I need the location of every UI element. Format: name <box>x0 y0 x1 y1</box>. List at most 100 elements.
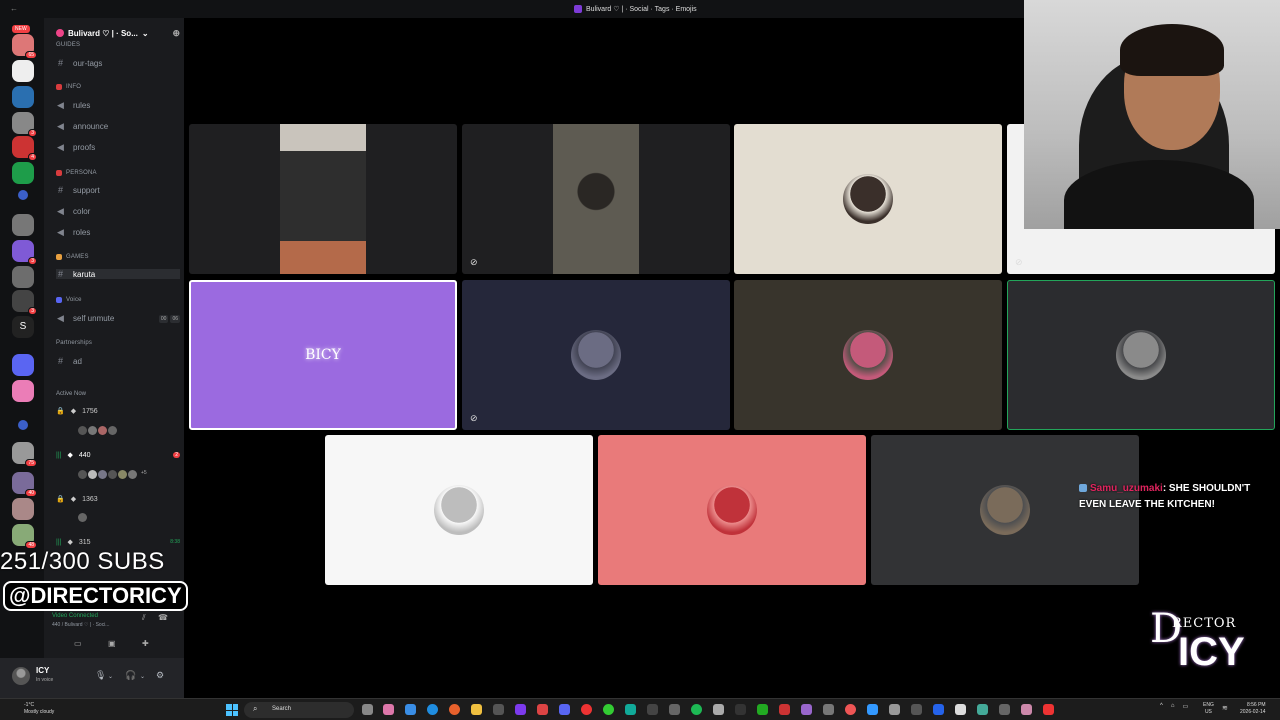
server-icon-11[interactable] <box>12 354 34 376</box>
app-icon[interactable] <box>713 704 724 715</box>
task-view-icon[interactable] <box>362 704 373 715</box>
video-tile-6[interactable]: ⊘ <box>462 280 730 430</box>
category-voice[interactable]: Voice <box>56 297 82 303</box>
clock[interactable]: 8:56 PM 2026-02-14 <box>1240 702 1266 716</box>
server-icon-3[interactable] <box>12 86 34 108</box>
active-channel-440[interactable]: ||| ◆ 440 2 <box>56 451 180 459</box>
server-header[interactable]: Bulivard ♡ | · So... ⌄ ⊕ <box>56 26 180 40</box>
category-guides[interactable]: GUIDES <box>56 42 80 48</box>
network-icon[interactable]: ⌂ <box>1171 703 1175 710</box>
headphones-icon[interactable]: 🎧 <box>125 670 136 681</box>
server-icon-15[interactable] <box>12 498 34 520</box>
video-tile-1[interactable] <box>189 124 457 274</box>
server-icon-7[interactable] <box>12 214 34 236</box>
video-tile-8[interactable] <box>1007 280 1275 430</box>
windows-start-icon[interactable] <box>226 704 238 716</box>
channel-self-unmute[interactable]: ◀ self unmute 00 06 <box>56 313 180 324</box>
edge-icon[interactable] <box>427 704 438 715</box>
app-icon[interactable] <box>823 704 834 715</box>
channel-roles[interactable]: ◀ roles <box>56 227 180 238</box>
app-icon[interactable] <box>647 704 658 715</box>
channel-announce[interactable]: ◀ announce <box>56 121 180 132</box>
app-icon[interactable] <box>1043 704 1054 715</box>
app-icon[interactable] <box>405 704 416 715</box>
channel-support[interactable]: # support <box>56 185 180 195</box>
category-partnerships[interactable]: Partnerships <box>56 340 92 346</box>
channel-proofs[interactable]: ◀ proofs <box>56 142 180 153</box>
firefox-icon[interactable] <box>449 704 460 715</box>
screen-share-icon[interactable]: ▣ <box>108 639 116 648</box>
app-icon[interactable] <box>383 704 394 715</box>
video-tile-10[interactable] <box>598 435 866 585</box>
activity-icon[interactable]: ✚ <box>142 639 149 648</box>
channel-karuta[interactable]: # karuta <box>56 269 180 279</box>
active-channel-315[interactable]: ||| ◆ 315 8:38 <box>56 538 180 547</box>
video-tile-7[interactable] <box>734 280 1002 430</box>
noise-suppression-icon[interactable]: ⫽ <box>142 613 146 623</box>
server-icon-12[interactable] <box>12 380 34 402</box>
active-channel-1363[interactable]: 🔒 ◆ 1363 <box>56 495 180 504</box>
app-icon[interactable] <box>955 704 966 715</box>
app-icon[interactable] <box>537 704 548 715</box>
chevron-down-icon[interactable]: ⌄ <box>140 673 145 680</box>
chrome-icon[interactable] <box>603 704 614 715</box>
chevron-up-icon[interactable]: ^ <box>1160 703 1163 710</box>
app-icon[interactable] <box>889 704 900 715</box>
wifi-icon[interactable]: ≋ <box>1222 704 1228 712</box>
app-icon[interactable] <box>911 704 922 715</box>
disconnect-icon[interactable]: ☎ <box>158 613 168 622</box>
battery-icon[interactable]: ▭ <box>1182 703 1188 710</box>
server-icon-5[interactable]: 4 <box>12 136 37 161</box>
category-info[interactable]: INFO <box>56 84 81 90</box>
channel-color[interactable]: ◀ color <box>56 206 180 217</box>
video-tile-5[interactable]: BICY <box>189 280 457 430</box>
channel-rules[interactable]: ◀ rules <box>56 100 180 111</box>
video-tile-9[interactable] <box>325 435 593 585</box>
gear-icon[interactable]: ⚙ <box>156 670 164 681</box>
file-explorer-icon[interactable] <box>471 704 482 715</box>
voice-channel-link[interactable]: 440 / Bulivard ♡ | · Soci... <box>52 622 109 628</box>
server-icon-6[interactable] <box>12 162 34 184</box>
video-tile-3[interactable] <box>734 124 1002 274</box>
app-icon[interactable] <box>515 704 526 715</box>
language-indicator[interactable]: ENG US <box>1203 702 1214 716</box>
server-icon-s[interactable]: S <box>12 316 34 338</box>
category-persona[interactable]: PERSONA <box>56 170 97 176</box>
channel-ad[interactable]: # ad <box>56 356 180 366</box>
app-icon[interactable] <box>735 704 746 715</box>
app-icon[interactable] <box>493 704 504 715</box>
app-icon[interactable] <box>625 704 636 715</box>
server-icon-9[interactable] <box>12 266 34 288</box>
add-member-icon[interactable]: ⊕ <box>172 28 180 39</box>
folder-icon[interactable] <box>18 190 28 200</box>
server-icon-10[interactable]: 3 <box>12 290 37 315</box>
weather-widget[interactable]: -1°C Mostly cloudy <box>24 702 54 716</box>
server-icon-8[interactable]: 3 <box>12 240 37 265</box>
app-icon[interactable] <box>867 704 878 715</box>
app-icon[interactable] <box>999 704 1010 715</box>
app-icon[interactable] <box>779 704 790 715</box>
server-icon-16[interactable]: 48 <box>12 524 37 549</box>
video-tile-2[interactable]: ⊘ <box>462 124 730 274</box>
spotify-icon[interactable] <box>691 704 702 715</box>
chevron-down-icon[interactable]: ⌄ <box>108 673 113 680</box>
avatar[interactable] <box>12 667 30 685</box>
server-icon-14[interactable]: 40 <box>12 472 37 497</box>
taskbar-search[interactable]: ⌕ Search <box>244 702 354 718</box>
app-icon[interactable] <box>845 704 856 715</box>
app-icon[interactable] <box>669 704 680 715</box>
server-icon-2[interactable] <box>12 60 34 82</box>
app-icon[interactable] <box>1021 704 1032 715</box>
app-icon[interactable] <box>977 704 988 715</box>
server-icon-13[interactable]: 75 <box>12 442 37 467</box>
category-games[interactable]: GAMES <box>56 254 89 260</box>
app-icon[interactable] <box>757 704 768 715</box>
folder-icon[interactable] <box>18 420 28 430</box>
app-icon[interactable] <box>581 704 592 715</box>
camera-icon[interactable]: ▭ <box>74 639 82 648</box>
active-channel-1756[interactable]: 🔒 ◆ 1756 <box>56 407 180 416</box>
channel-our-tags[interactable]: # our-tags <box>56 58 180 68</box>
app-icon[interactable] <box>933 704 944 715</box>
microphone-icon[interactable]: 🎙 <box>95 670 106 681</box>
app-icon[interactable] <box>801 704 812 715</box>
